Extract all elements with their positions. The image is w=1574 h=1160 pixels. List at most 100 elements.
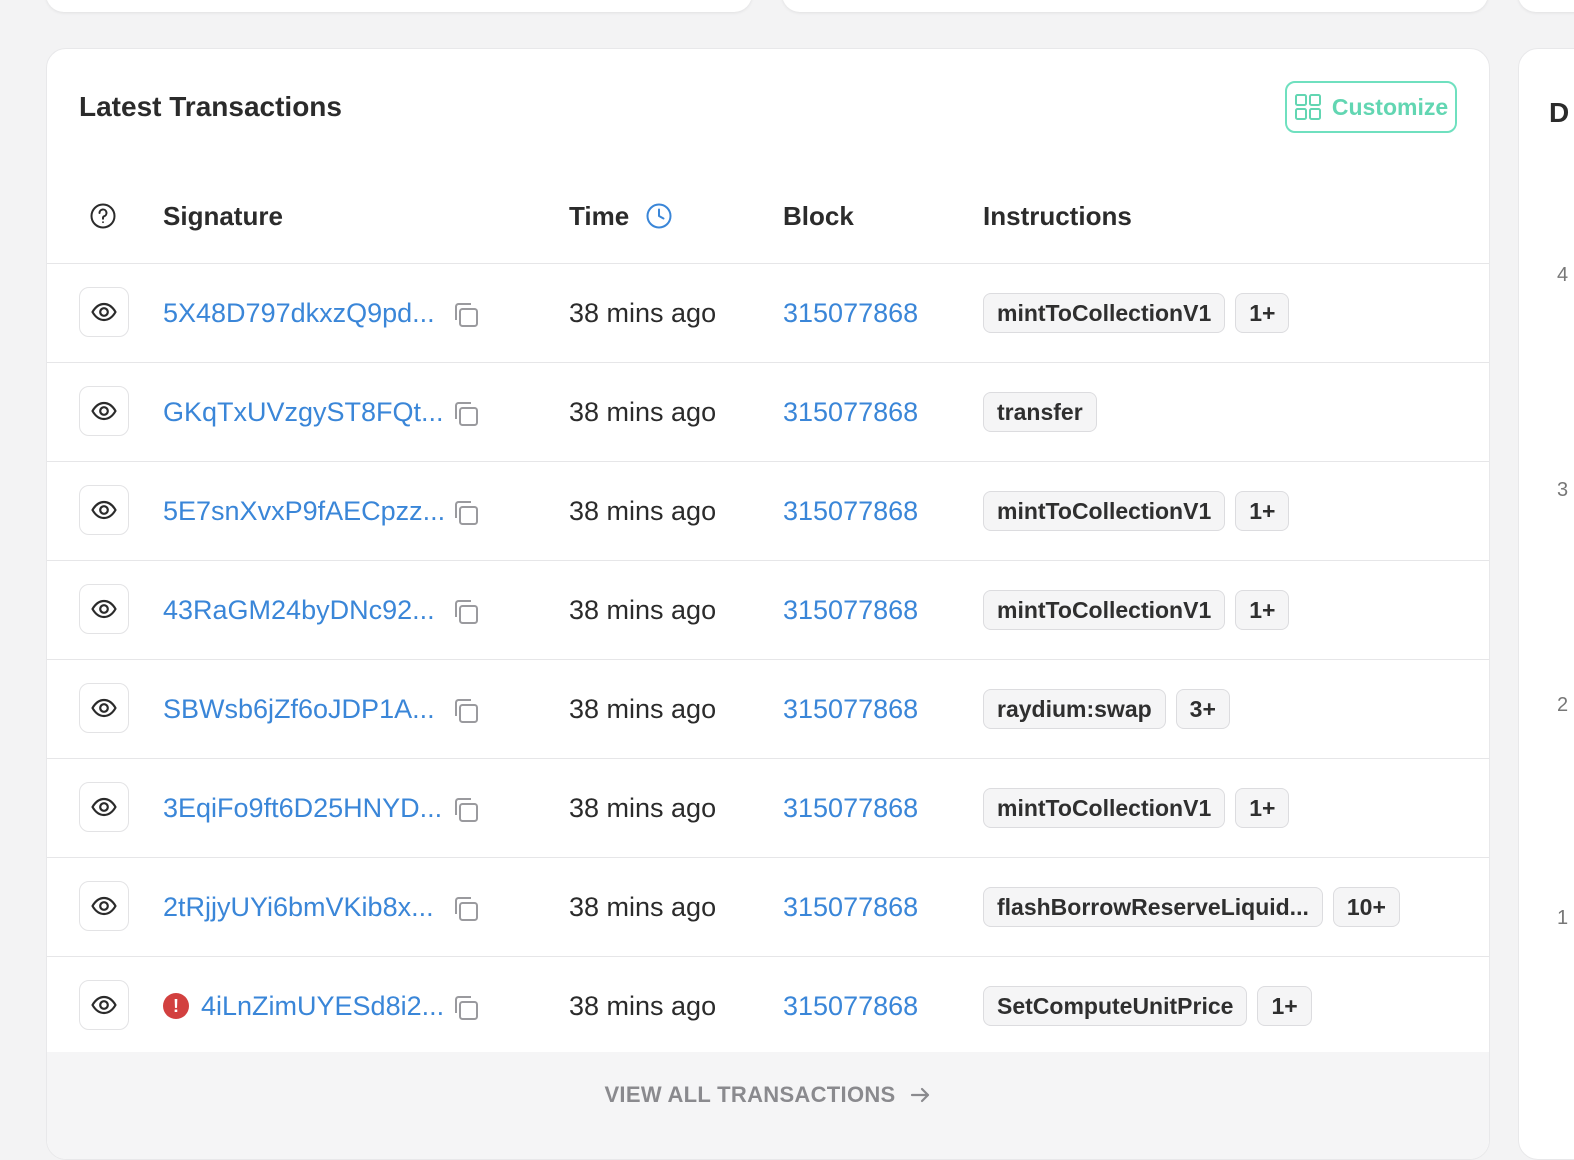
time-header[interactable]: Time xyxy=(569,169,673,263)
question-circle-icon xyxy=(90,203,116,229)
side-card: D 4 3 2 1 xyxy=(1518,48,1574,1160)
table-row: SBWsb6jZf6oJDP1A... 38 mins ago 315077868 r… xyxy=(47,660,1489,759)
signature-cell: 5E7snXvxP9fAECpzz... xyxy=(163,462,445,560)
eye-icon xyxy=(91,896,117,916)
table-row: 5X48D797dkxzQ9pd... 38 mins ago 315077868 m… xyxy=(47,264,1489,363)
instruction-badge[interactable]: mintToCollectionV1 xyxy=(983,590,1226,630)
signature-cell: 5X48D797dkxzQ9pd... xyxy=(163,264,435,362)
instruction-badge[interactable]: mintToCollectionV1 xyxy=(983,491,1226,531)
view-details-button[interactable] xyxy=(79,287,129,337)
more-instructions-badge[interactable]: 3+ xyxy=(1175,689,1230,729)
view-details-button[interactable] xyxy=(79,881,129,931)
top-card-right xyxy=(1518,0,1574,12)
eye-icon xyxy=(91,797,117,817)
copy-icon[interactable] xyxy=(451,399,481,429)
view-all-transactions-link[interactable]: VIEW ALL TRANSACTIONS xyxy=(47,1082,1489,1108)
more-instructions-badge[interactable]: 1+ xyxy=(1235,491,1290,531)
signature-link[interactable]: 5X48D797dkxzQ9pd... xyxy=(163,298,435,329)
block-link[interactable]: 315077868 xyxy=(783,957,918,1055)
copy-icon[interactable] xyxy=(451,993,481,1023)
instructions-cell: mintToCollectionV1 1+ xyxy=(983,759,1290,857)
customize-label: Customize xyxy=(1331,93,1449,120)
clock-icon[interactable] xyxy=(645,202,673,230)
table-footer: VIEW ALL TRANSACTIONS xyxy=(47,1052,1489,1159)
eye-icon xyxy=(91,995,117,1015)
block-link[interactable]: 315077868 xyxy=(783,759,918,857)
view-all-label: VIEW ALL TRANSACTIONS xyxy=(604,1082,896,1107)
side-tick: 4 xyxy=(1557,264,1569,286)
arrow-right-icon xyxy=(910,1087,929,1103)
block-link[interactable]: 315077868 xyxy=(783,363,918,461)
signature-cell: 43RaGM24byDNc92... xyxy=(163,561,435,659)
block-link[interactable]: 315077868 xyxy=(783,561,918,659)
block-link[interactable]: 315077868 xyxy=(783,264,918,362)
block-link[interactable]: 315077868 xyxy=(783,660,918,758)
view-details-button[interactable] xyxy=(79,683,129,733)
side-tick: 2 xyxy=(1557,694,1569,716)
instruction-badge[interactable]: flashBorrowReserveLiquid... xyxy=(983,887,1323,927)
table-row: ! 4iLnZimUYESd8i2... 38 mins ago 315077868 S… xyxy=(47,957,1489,1056)
instructions-cell: mintToCollectionV1 1+ xyxy=(983,264,1290,362)
signature-cell: GKqTxUVzgyST8FQt... xyxy=(163,363,444,461)
instruction-badge[interactable]: raydium:swap xyxy=(983,689,1166,729)
more-instructions-badge[interactable]: 1+ xyxy=(1235,788,1290,828)
signature-cell: 2tRjjyUYi6bmVKib8x... xyxy=(163,858,434,956)
copy-icon[interactable] xyxy=(451,795,481,825)
table-row: 5E7snXvxP9fAECpzz... 38 mins ago 315077868… xyxy=(47,462,1489,561)
table-row: 3EqiFo9ft6D25HNYD... 38 mins ago 315077868… xyxy=(47,759,1489,858)
instructions-header: Instructions xyxy=(983,200,1132,231)
instructions-cell: transfer xyxy=(983,363,1097,461)
eye-icon xyxy=(91,698,117,718)
view-details-button[interactable] xyxy=(79,386,129,436)
time-cell: 38 mins ago xyxy=(569,594,717,625)
eye-icon xyxy=(91,500,117,520)
copy-icon[interactable] xyxy=(451,300,481,330)
more-instructions-badge[interactable]: 1+ xyxy=(1235,293,1290,333)
eye-icon xyxy=(91,599,117,619)
copy-icon[interactable] xyxy=(451,696,481,726)
top-card-middle xyxy=(782,0,1488,12)
signature-link[interactable]: GKqTxUVzgyST8FQt... xyxy=(163,397,444,428)
side-card-title: D xyxy=(1549,97,1570,128)
view-details-button[interactable] xyxy=(79,584,129,634)
top-card-left xyxy=(46,0,752,12)
time-cell: 38 mins ago xyxy=(569,990,717,1021)
signature-link[interactable]: 43RaGM24byDNc92... xyxy=(163,595,435,626)
more-instructions-badge[interactable]: 1+ xyxy=(1257,986,1312,1026)
view-details-button[interactable] xyxy=(79,485,129,535)
instruction-badge[interactable]: SetComputeUnitPrice xyxy=(983,986,1248,1026)
instructions-cell: mintToCollectionV1 1+ xyxy=(983,561,1290,659)
copy-icon[interactable] xyxy=(451,597,481,627)
card-title: Latest Transactions xyxy=(79,91,342,122)
more-instructions-badge[interactable]: 10+ xyxy=(1332,887,1400,927)
instructions-cell: SetComputeUnitPrice 1+ xyxy=(983,957,1312,1055)
table-header: Signature Time Block Instructions xyxy=(47,169,1489,264)
view-details-button[interactable] xyxy=(79,980,129,1030)
instruction-badge[interactable]: mintToCollectionV1 xyxy=(983,788,1226,828)
copy-icon[interactable] xyxy=(451,894,481,924)
time-cell: 38 mins ago xyxy=(569,495,717,526)
block-link[interactable]: 315077868 xyxy=(783,462,918,560)
time-cell: 38 mins ago xyxy=(569,693,717,724)
signature-link[interactable]: 3EqiFo9ft6D25HNYD... xyxy=(163,793,442,824)
instruction-badge[interactable]: mintToCollectionV1 xyxy=(983,293,1226,333)
signature-link[interactable]: SBWsb6jZf6oJDP1A... xyxy=(163,694,435,725)
transaction-rows: 5X48D797dkxzQ9pd... 38 mins ago 315077868 m… xyxy=(47,264,1489,1056)
signature-link[interactable]: 5E7snXvxP9fAECpzz... xyxy=(163,496,445,527)
copy-icon[interactable] xyxy=(451,498,481,528)
signature-link[interactable]: 2tRjjyUYi6bmVKib8x... xyxy=(163,892,434,923)
help-header[interactable] xyxy=(89,169,117,263)
signature-link[interactable]: 4iLnZimUYESd8i2... xyxy=(201,991,444,1022)
signature-cell: ! 4iLnZimUYESd8i2... xyxy=(163,957,444,1055)
view-details-button[interactable] xyxy=(79,782,129,832)
block-link[interactable]: 315077868 xyxy=(783,858,918,956)
block-header: Block xyxy=(783,200,854,231)
instructions-cell: raydium:swap 3+ xyxy=(983,660,1230,758)
instruction-badge[interactable]: transfer xyxy=(983,392,1097,432)
table-row: 2tRjjyUYi6bmVKib8x... 38 mins ago 31507786… xyxy=(47,858,1489,957)
customize-button[interactable]: Customize xyxy=(1285,81,1457,133)
latest-transactions-card: Latest Transactions Customize Signature … xyxy=(46,48,1490,1160)
more-instructions-badge[interactable]: 1+ xyxy=(1235,590,1290,630)
eye-icon xyxy=(91,401,117,421)
table-row: 43RaGM24byDNc92... 38 mins ago 315077868 mi… xyxy=(47,561,1489,660)
